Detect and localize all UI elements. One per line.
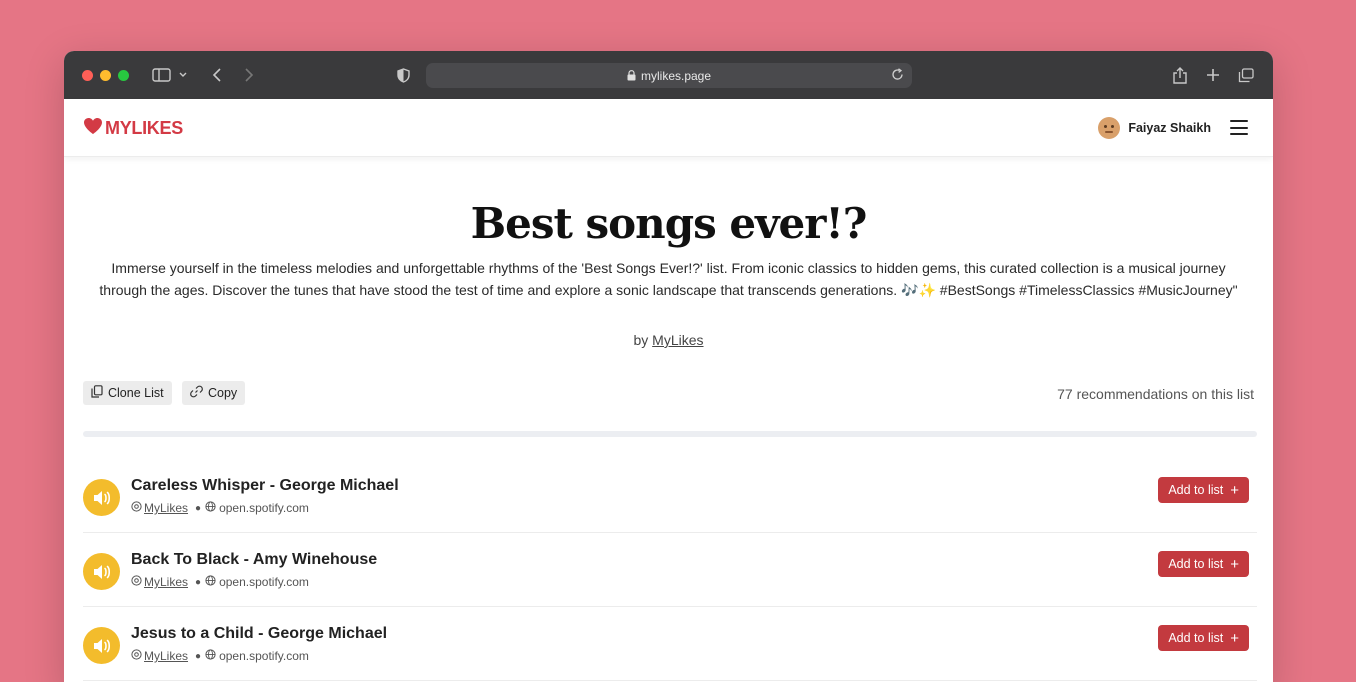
link-icon [190, 385, 208, 401]
add-to-list-label: Add to list [1168, 557, 1224, 571]
add-to-list-button[interactable]: Add to list + [1158, 625, 1249, 651]
globe-icon [205, 649, 216, 663]
plus-icon: + [1230, 629, 1239, 647]
close-window-button[interactable] [82, 70, 93, 81]
item-meta: MyLikes ● open.spotify.com [131, 649, 309, 663]
byline-prefix: by [633, 332, 649, 348]
meta-separator: ● [195, 650, 202, 662]
plus-icon: + [1230, 481, 1239, 499]
back-icon[interactable] [210, 65, 224, 85]
author-link[interactable]: MyLikes [652, 332, 703, 348]
zoom-window-button[interactable] [118, 70, 129, 81]
site-logo[interactable]: MYLIKES [83, 117, 183, 140]
copy-icon [91, 385, 108, 401]
at-icon [131, 575, 142, 589]
item-title[interactable]: Jesus to a Child - George Michael [131, 625, 387, 643]
item-author-link[interactable]: MyLikes [144, 575, 188, 589]
section-divider [83, 431, 1257, 437]
logo-text: MYLIKES [105, 118, 183, 138]
add-to-list-button[interactable]: Add to list + [1158, 477, 1249, 503]
add-to-list-label: Add to list [1168, 631, 1224, 645]
speaker-icon[interactable] [83, 627, 120, 664]
list-item: Jesus to a Child - George Michael MyLike… [83, 607, 1257, 681]
speaker-icon[interactable] [83, 479, 120, 516]
item-source: open.spotify.com [219, 575, 309, 589]
sidebar-toggle-icon[interactable] [152, 65, 188, 85]
item-meta: MyLikes ● open.spotify.com [131, 501, 309, 515]
byline: by MyLikes [64, 332, 1273, 348]
privacy-shield-icon[interactable] [395, 65, 411, 85]
browser-window: mylikes.page MYLIKES Faiyaz Shaikh Best … [64, 51, 1273, 682]
item-author-link[interactable]: MyLikes [144, 649, 188, 663]
address-url: mylikes.page [640, 68, 712, 83]
item-title[interactable]: Back To Black - Amy Winehouse [131, 551, 377, 569]
at-icon [131, 649, 142, 663]
clone-list-label: Clone List [108, 386, 164, 400]
lock-icon [627, 70, 636, 81]
meta-separator: ● [195, 576, 202, 588]
avatar [1098, 117, 1121, 139]
clone-list-button[interactable]: Clone List [83, 381, 172, 405]
globe-icon [205, 501, 216, 515]
address-bar[interactable]: mylikes.page [426, 63, 912, 88]
list-description: Immerse yourself in the timeless melodie… [99, 260, 1238, 298]
list-item: Careless Whisper - George Michael MyLike… [83, 459, 1257, 533]
heart-icon [83, 117, 103, 140]
minimize-window-button[interactable] [100, 70, 111, 81]
forward-icon[interactable] [242, 65, 256, 85]
page-title: Best songs ever!? [470, 199, 868, 248]
item-source: open.spotify.com [219, 501, 309, 515]
add-to-list-button[interactable]: Add to list + [1158, 551, 1249, 577]
user-menu[interactable]: Faiyaz Shaikh [1098, 117, 1211, 139]
hamburger-menu-icon[interactable] [1230, 120, 1248, 135]
at-icon [131, 501, 142, 515]
item-source: open.spotify.com [219, 649, 309, 663]
site-header: MYLIKES Faiyaz Shaikh [64, 99, 1273, 157]
meta-separator: ● [195, 502, 202, 514]
reload-icon[interactable] [891, 68, 904, 81]
item-title[interactable]: Careless Whisper - George Michael [131, 477, 399, 495]
new-tab-icon[interactable] [1204, 65, 1222, 85]
plus-icon: + [1230, 555, 1239, 573]
copy-link-button[interactable]: Copy [182, 381, 246, 405]
speaker-icon[interactable] [83, 553, 120, 590]
tab-overview-icon[interactable] [1237, 65, 1255, 85]
recommendations-count: 77 recommendations on this list [1057, 386, 1254, 402]
item-author-link[interactable]: MyLikes [144, 501, 188, 515]
share-icon[interactable] [1171, 65, 1189, 85]
list-item: Back To Black - Amy Winehouse MyLikes ● … [83, 533, 1257, 607]
add-to-list-label: Add to list [1168, 483, 1224, 497]
item-meta: MyLikes ● open.spotify.com [131, 575, 309, 589]
globe-icon [205, 575, 216, 589]
user-name: Faiyaz Shaikh [1128, 121, 1211, 135]
browser-toolbar: mylikes.page [64, 51, 1273, 99]
copy-label: Copy [208, 386, 238, 400]
